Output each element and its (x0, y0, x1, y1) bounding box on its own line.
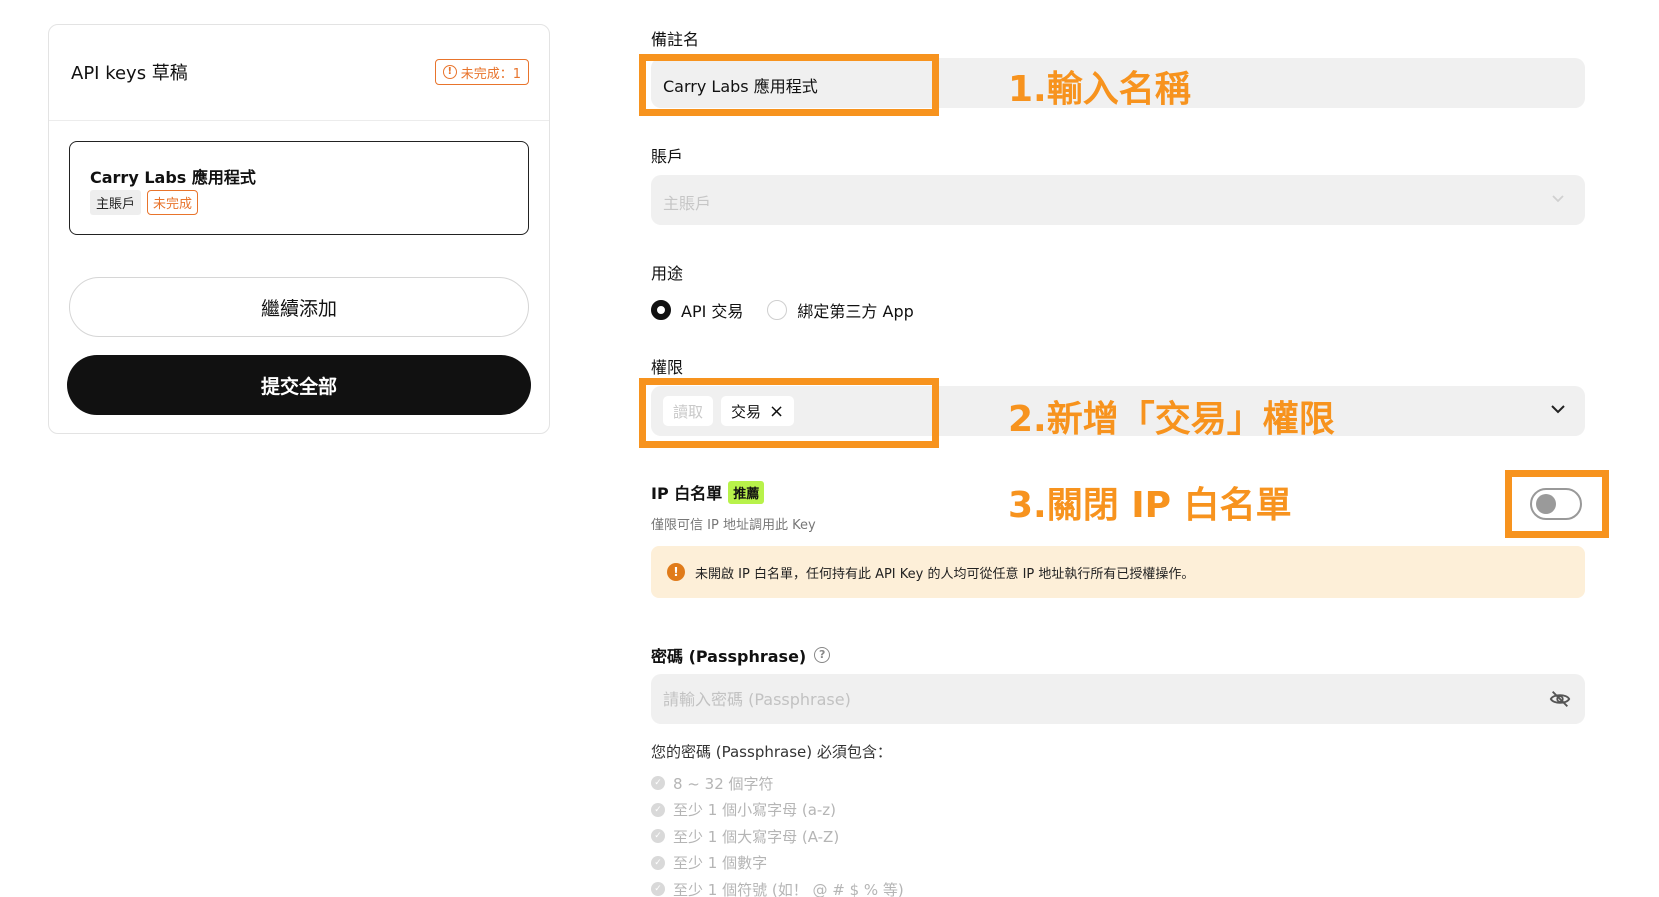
passphrase-label-row: 密碼 (Passphrase) ? (651, 643, 831, 667)
purpose-label: 用途 (651, 264, 684, 283)
requirement-text: 至少 1 個數字 (673, 854, 768, 873)
highlight-box-name (639, 54, 939, 116)
toggle-knob (1536, 494, 1556, 514)
draft-title: API keys 草稿 (71, 63, 188, 84)
warning-text: 未開啟 IP 白名單，任何持有此 API Key 的人均可從任意 IP 地址執行… (695, 566, 1195, 582)
incomplete-count-badge: ! 未完成：1 (434, 59, 529, 85)
draft-item-tags: 主賬戶 未完成 (90, 190, 199, 215)
highlight-box-permission (639, 378, 939, 448)
chevron-down-icon[interactable] (1547, 398, 1569, 420)
question-circle-icon[interactable]: ? (814, 647, 831, 663)
passphrase-field (651, 674, 1585, 724)
account-select: 主賬戶 (651, 175, 1585, 225)
purpose-option-api-trading[interactable]: API 交易 (651, 298, 743, 322)
check-circle-icon: ✓ (651, 802, 665, 817)
draft-item-card[interactable]: Carry Labs 應用程式 主賬戶 未完成 (69, 141, 529, 235)
ip-whitelist-toggle[interactable] (1530, 488, 1582, 520)
warning-icon: ! (667, 563, 685, 581)
ip-whitelist-warning-banner: ! 未開啟 IP 白名單，任何持有此 API Key 的人均可從任意 IP 地址… (651, 546, 1585, 598)
passphrase-input[interactable] (651, 674, 1585, 724)
ip-whitelist-subtitle: 僅限可信 IP 地址調用此 Key (651, 518, 816, 533)
continue-add-button[interactable]: 繼續添加 (69, 277, 529, 337)
check-circle-icon: ✓ (651, 776, 665, 791)
annotation-step1: 1.輸入名稱 (1008, 69, 1191, 110)
purpose-option-label: API 交易 (681, 302, 744, 321)
account-value: 主賬戶 (663, 194, 712, 213)
name-label: 備註名 (651, 30, 700, 49)
draft-item-name: Carry Labs 應用程式 (90, 168, 256, 187)
check-circle-icon: ✓ (651, 882, 665, 897)
status-badge: 未完成 (147, 190, 199, 215)
requirement-text: 8 ~ 32 個字符 (673, 774, 774, 793)
passphrase-label: 密碼 (Passphrase) (651, 647, 807, 666)
purpose-option-label: 綁定第三方 App (797, 302, 914, 321)
requirement-text: 至少 1 個符號 (如！ @ # $ % 等) (673, 880, 904, 897)
recommended-badge: 推薦 (728, 480, 765, 504)
api-keys-draft-panel: API keys 草稿 ! 未完成：1 Carry Labs 應用程式 主賬戶 … (48, 24, 550, 434)
account-label: 賬戶 (651, 147, 684, 166)
requirement-text: 至少 1 個大寫字母 (A-Z) (673, 827, 840, 846)
warning-circle-icon: ! (442, 65, 457, 79)
account-tag: 主賬戶 (90, 190, 142, 215)
annotation-step3: 3.關閉 IP 白名單 (1008, 485, 1292, 526)
check-circle-icon: ✓ (651, 855, 665, 870)
passphrase-requirements-list: ✓ 8 ~ 32 個字符 ✓ 至少 1 個小寫字母 (a-z) ✓ 至少 1 個大寫字… (651, 770, 904, 897)
requirement-text: 至少 1 個小寫字母 (a-z) (673, 801, 837, 820)
permission-label: 權限 (651, 358, 684, 377)
requirement-item: ✓ 至少 1 個數字 (651, 850, 904, 877)
check-circle-icon: ✓ (651, 829, 665, 844)
requirement-item: ✓ 至少 1 個大寫字母 (A-Z) (651, 823, 904, 850)
radio-unselected[interactable] (767, 300, 788, 320)
radio-selected[interactable] (651, 300, 671, 320)
requirement-item: ✓ 8 ~ 32 個字符 (651, 770, 904, 797)
annotation-step2: 2.新增「交易」權限 (1008, 399, 1335, 440)
draft-header: API keys 草稿 ! 未完成：1 (49, 25, 549, 121)
passphrase-requirements-title: 您的密碼 (Passphrase) 必須包含： (651, 743, 892, 761)
requirement-item: ✓ 至少 1 個小寫字母 (a-z) (651, 797, 904, 824)
incomplete-count-label: 未完成：1 (460, 66, 521, 82)
purpose-radio-group: API 交易 綁定第三方 App (651, 298, 928, 322)
purpose-option-third-party-app[interactable]: 綁定第三方 App (767, 298, 914, 322)
ip-whitelist-label: IP 白名單 (651, 484, 723, 503)
ip-whitelist-title: IP 白名單 推薦 (651, 480, 765, 504)
eye-off-icon[interactable] (1549, 688, 1571, 710)
submit-all-button[interactable]: 提交全部 (67, 355, 531, 415)
requirement-item: ✓ 至少 1 個符號 (如！ @ # $ % 等) (651, 876, 904, 897)
chevron-down-icon (1552, 195, 1564, 203)
